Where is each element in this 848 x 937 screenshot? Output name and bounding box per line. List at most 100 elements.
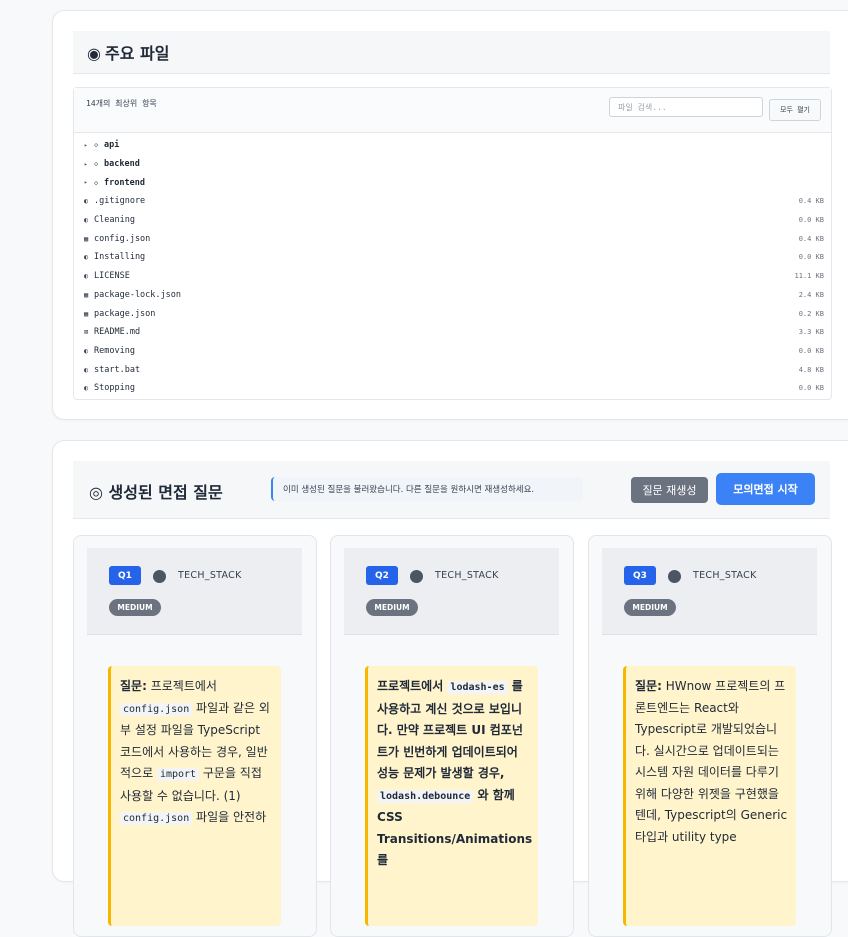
entry-name: .gitignore [94, 196, 146, 207]
file-row[interactable]: ◐ LICENSE 11.1 KB [74, 267, 831, 286]
difficulty-badge: MEDIUM [366, 599, 418, 616]
question-number-badge: Q3 [624, 566, 656, 585]
file-row[interactable]: ◐ Removing 0.0 KB [74, 342, 831, 361]
entry-name: package-lock.json [94, 289, 181, 300]
question-category: TECH_STACK [693, 570, 757, 581]
file-row[interactable]: ▦ config.json 0.4 KB [74, 229, 831, 248]
question-text-segment: 프로젝트에서 [377, 679, 448, 693]
inline-code: import [156, 768, 200, 781]
question-card: Q2 TECH_STACK MEDIUM 프로젝트에서 lodash-es 를 사용하… [330, 535, 574, 937]
file-row[interactable]: ⊠ README.md 3.3 KB [74, 323, 831, 342]
entry-size: 0.0 KB [798, 216, 824, 225]
entry-size: 3.3 KB [798, 328, 824, 337]
file-icon: ◐ [84, 346, 89, 355]
file-icon: ◐ [84, 272, 89, 281]
file-row[interactable]: ◐ start.bat 4.8 KB [74, 360, 831, 379]
entry-name: Stopping [94, 383, 135, 394]
question-card: Q3 TECH_STACK MEDIUM 질문: HWnow 프로젝트의 프론트엔드는… [588, 535, 832, 937]
file-tree-toolbar: 14개의 최상위 항목 모두 펼기 [74, 88, 831, 133]
questions-card: ◎ 생성된 면접 질문 이미 생성된 질문을 불러왔습니다. 다른 질문을 원하… [52, 440, 848, 937]
entry-size: 0.0 KB [798, 346, 824, 355]
file-row[interactable]: ▦ package.json 0.2 KB [74, 304, 831, 323]
question-text: 프로젝트에서 lodash-es 를 사용하고 계신 것으로 보입니다. 만약 … [365, 666, 538, 926]
entry-size: 0.4 KB [798, 234, 824, 243]
entry-name: start.bat [94, 364, 141, 375]
question-number-badge: Q2 [366, 566, 398, 585]
question-category: TECH_STACK [178, 570, 242, 581]
file-icon: ▦ [84, 309, 89, 318]
file-icon: ⊠ [84, 328, 89, 337]
inline-code: config.json [120, 812, 193, 825]
entry-size: 11.1 KB [794, 272, 824, 281]
file-row[interactable]: ◐ Stopping 0.0 KB [74, 379, 831, 398]
question-text-segment: HWnow 프로젝트의 프론트엔드는 React와 Typescript로 개발… [635, 679, 788, 844]
question-number-badge: Q1 [109, 566, 141, 585]
entry-name: package.json [94, 308, 156, 319]
folder-icon: ◇ [94, 178, 99, 187]
file-icon: ◐ [84, 197, 89, 206]
questions-header: ◎ 생성된 면접 질문 이미 생성된 질문을 불러왔습니다. 다른 질문을 원하… [73, 461, 830, 519]
start-mock-interview-button[interactable]: 모의면접 시작 [716, 473, 815, 505]
entry-name: frontend [104, 177, 145, 188]
regenerate-notice: 이미 생성된 질문을 불러왔습니다. 다른 질문을 원하시면 재생성하세요. [271, 477, 583, 501]
category-dot-icon [153, 570, 166, 583]
file-row[interactable]: ◐ Cleaning 0.0 KB [74, 211, 831, 230]
question-text-segment: 를 사용하고 계신 것으로 보입니다. 만약 프로젝트 UI 컴포넌트가 빈번하… [377, 679, 523, 780]
files-header: ◉ 주요 파일 [73, 31, 830, 74]
files-card: ◉주요 파일 14개의 최상위 항목 모두 펼기 ▸◇api▸◇backend▸… [52, 10, 848, 420]
file-tree-list: ▸ ◇ api ▸ ◇ backend ▸ ◇ frontend ◐ .gitignore 0.4 K… [74, 133, 831, 398]
file-search-input[interactable] [609, 97, 763, 117]
expand-arrow-icon[interactable]: ▸ [84, 161, 94, 168]
entry-size: 0.4 KB [798, 197, 824, 206]
question-header: Q2 TECH_STACK MEDIUM [344, 548, 559, 635]
difficulty-badge: MEDIUM [109, 599, 161, 616]
question-text: 질문: HWnow 프로젝트의 프론트엔드는 React와 Typescript… [623, 666, 796, 926]
question-text: 질문: 프로젝트에서 config.json 파일과 같은 외부 설정 파일을 … [108, 666, 281, 926]
folder-icon: ◇ [94, 141, 99, 150]
entry-name: backend [104, 159, 140, 170]
entry-size: 4.8 KB [798, 365, 824, 374]
expand-arrow-icon[interactable]: ▸ [84, 179, 94, 186]
question-card: Q1 TECH_STACK MEDIUM 질문: 프로젝트에서 config.json… [73, 535, 317, 937]
question-label: 질문: [120, 679, 147, 693]
entry-name: config.json [94, 233, 151, 244]
expand-arrow-icon[interactable]: ▸ [84, 142, 94, 149]
question-header: Q1 TECH_STACK MEDIUM [87, 548, 302, 635]
entry-size: 0.2 KB [798, 309, 824, 318]
question-label: 질문: [635, 679, 662, 693]
category-dot-icon [410, 570, 423, 583]
folder-row[interactable]: ▸ ◇ backend [74, 155, 831, 174]
entry-name: Cleaning [94, 215, 135, 226]
file-icon: ◐ [84, 216, 89, 225]
files-title: ◉ 주요 파일 [87, 44, 170, 63]
file-row[interactable]: ▦ package-lock.json 2.4 KB [74, 286, 831, 305]
entry-name: Installing [94, 252, 146, 263]
file-icon: ▦ [84, 234, 89, 243]
file-icon: ▦ [84, 290, 89, 299]
regenerate-questions-button[interactable]: 질문 재생성 [631, 477, 708, 503]
inline-code: lodash-es [447, 681, 508, 694]
file-row[interactable]: ◐ Installing 0.0 KB [74, 248, 831, 267]
inline-code: config.json [120, 702, 193, 716]
inline-code: lodash.debounce [377, 789, 474, 803]
question-header: Q3 TECH_STACK MEDIUM [602, 548, 817, 635]
expand-all-button[interactable]: 모두 펼기 [769, 99, 821, 121]
folder-row[interactable]: ▸ ◇ api [74, 136, 831, 155]
file-tree: 14개의 최상위 항목 모두 펼기 ▸◇api▸◇backend▸◇fronte… [73, 87, 832, 400]
questions-title: ◎ 생성된 면접 질문 [89, 483, 223, 502]
category-dot-icon [668, 570, 681, 583]
question-category: TECH_STACK [435, 570, 499, 581]
entry-name: README.md [94, 327, 141, 338]
question-text-segment: 프로젝트에서 [146, 679, 217, 693]
entry-size: 2.4 KB [798, 290, 824, 299]
folder-row[interactable]: ▸ ◇ frontend [74, 173, 831, 192]
entry-size: 0.0 KB [798, 253, 824, 262]
file-row[interactable]: ◐ .gitignore 0.4 KB [74, 192, 831, 211]
file-icon: ◐ [84, 253, 89, 262]
question-text-segment: 파일을 안전하 [192, 810, 267, 824]
entry-name: api [104, 140, 120, 151]
folder-icon: ◇ [94, 160, 99, 169]
entry-name: LICENSE [94, 271, 130, 282]
file-section-icon: ◉ [87, 44, 101, 63]
file-icon: ◐ [84, 384, 89, 393]
